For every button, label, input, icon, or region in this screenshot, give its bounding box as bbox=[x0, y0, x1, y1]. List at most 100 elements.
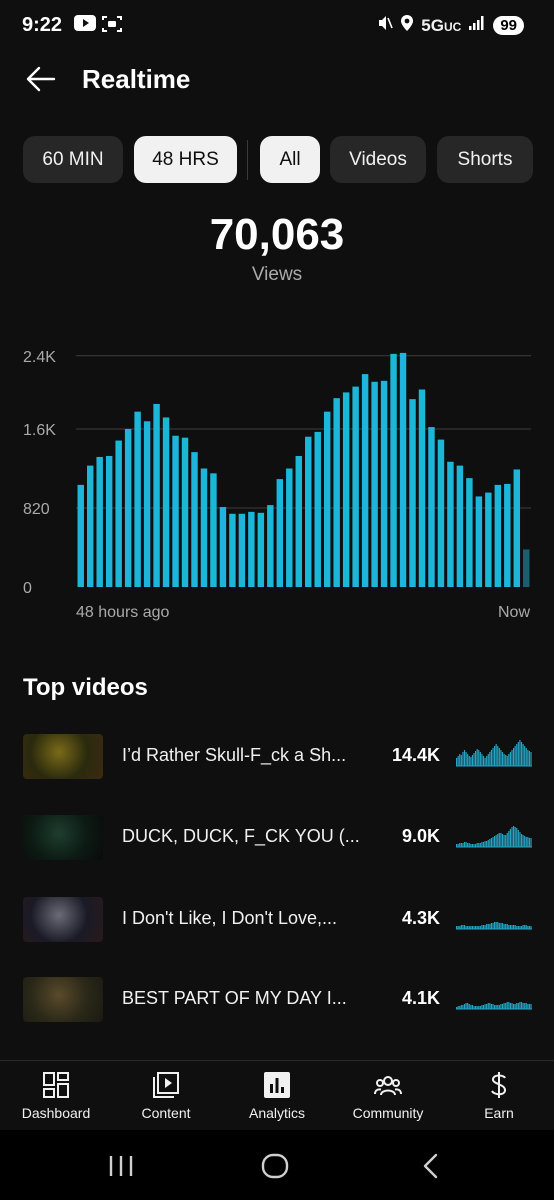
chart-bar[interactable] bbox=[200, 468, 208, 588]
chart-bar[interactable] bbox=[399, 352, 407, 587]
sparkline-bar bbox=[463, 842, 466, 847]
chart-bar[interactable] bbox=[352, 386, 359, 587]
sparkline-bar bbox=[481, 842, 483, 847]
chart-bar[interactable] bbox=[143, 421, 151, 587]
chart-bar[interactable] bbox=[181, 437, 189, 587]
chart-bar[interactable] bbox=[248, 511, 255, 587]
sparkline-bar bbox=[486, 924, 488, 929]
sparkline-bar bbox=[508, 925, 510, 929]
recents-icon[interactable] bbox=[106, 1152, 136, 1180]
sparkline-bar bbox=[497, 1005, 499, 1009]
chart-bar[interactable] bbox=[371, 381, 378, 587]
chart-bar[interactable] bbox=[475, 496, 483, 587]
sparkline-bar bbox=[478, 750, 480, 766]
chart-bar[interactable] bbox=[77, 484, 84, 587]
chip-60-min[interactable]: 60 MIN bbox=[23, 136, 123, 183]
chart-bar[interactable] bbox=[428, 427, 435, 587]
nav-content[interactable]: Content bbox=[111, 1061, 221, 1131]
chart-bar[interactable] bbox=[333, 398, 340, 587]
chart-bar[interactable] bbox=[361, 374, 369, 587]
sparkline-bar bbox=[503, 754, 505, 766]
chart-bar[interactable] bbox=[305, 436, 312, 587]
chart-bar[interactable] bbox=[257, 512, 265, 587]
chart-bar[interactable] bbox=[390, 353, 397, 587]
chart-bar[interactable] bbox=[105, 455, 113, 587]
sparkline-bar bbox=[460, 925, 462, 929]
chart-bar[interactable] bbox=[153, 403, 160, 587]
sparkline-bar bbox=[498, 748, 500, 766]
sparkline-bar bbox=[459, 754, 461, 766]
chart-bar[interactable] bbox=[191, 452, 198, 587]
chart-bar[interactable] bbox=[267, 505, 274, 587]
arrow-left-icon[interactable] bbox=[24, 64, 58, 94]
chart-bar[interactable] bbox=[115, 440, 122, 587]
chart-bar[interactable] bbox=[437, 439, 445, 587]
bottom-nav: Dashboard Content Analytics Community Ea… bbox=[0, 1060, 554, 1130]
chart-bar[interactable] bbox=[314, 431, 321, 587]
chart-bar[interactable] bbox=[286, 468, 293, 588]
chart-bar[interactable] bbox=[172, 435, 179, 587]
top-video-row[interactable]: I’d Rather Skull-F_ck a Sh... 14.4K bbox=[0, 734, 554, 794]
sparkline-bar bbox=[471, 755, 474, 766]
sparkline-bar bbox=[511, 750, 513, 766]
chip-all[interactable]: All bbox=[260, 136, 320, 183]
video-thumbnail bbox=[23, 977, 103, 1022]
chart-bar[interactable] bbox=[447, 461, 454, 587]
chart-bar[interactable] bbox=[380, 380, 388, 587]
chip-shorts[interactable]: Shorts bbox=[437, 136, 533, 183]
chart-bar[interactable] bbox=[87, 465, 94, 587]
nav-label: Dashboard bbox=[21, 1105, 91, 1121]
sparkline-bar bbox=[505, 924, 507, 929]
top-video-row[interactable]: I Don't Like, I Don't Love,... 4.3K bbox=[0, 897, 554, 957]
nav-community[interactable]: Community bbox=[333, 1061, 443, 1131]
chart-bar[interactable] bbox=[513, 469, 521, 587]
chart-bar[interactable] bbox=[134, 411, 141, 587]
video-thumbnail bbox=[23, 815, 103, 860]
screenshot-icon bbox=[102, 15, 122, 38]
chart-bar[interactable] bbox=[409, 399, 416, 587]
chart-bar[interactable] bbox=[210, 473, 217, 587]
chart-bar[interactable] bbox=[96, 456, 103, 587]
nav-earn[interactable]: Earn bbox=[444, 1061, 554, 1131]
sparkline-bar bbox=[494, 1005, 496, 1009]
sparkline-bar bbox=[479, 752, 481, 766]
top-video-row[interactable]: BEST PART OF MY DAY I... 4.1K bbox=[0, 977, 554, 1037]
sparkline-bar bbox=[530, 838, 532, 847]
chart-bar[interactable] bbox=[523, 549, 530, 587]
chart-bar[interactable] bbox=[466, 478, 473, 587]
chart-bar[interactable] bbox=[456, 465, 464, 587]
sparkline-bar bbox=[484, 925, 486, 929]
x-end-label: Now bbox=[498, 604, 530, 621]
chip-48-hrs[interactable]: 48 HRS bbox=[134, 136, 237, 183]
chart-bar[interactable] bbox=[485, 492, 492, 587]
chart-bar[interactable] bbox=[238, 513, 246, 587]
chart-bar[interactable] bbox=[418, 389, 426, 588]
chart-bar[interactable] bbox=[342, 392, 350, 587]
sparkline-bar bbox=[462, 925, 464, 929]
top-video-row[interactable]: DUCK, DUCK, F_CK YOU (... 9.0K bbox=[0, 815, 554, 875]
chart-bar[interactable] bbox=[219, 507, 227, 587]
sparkline-bar bbox=[517, 1003, 519, 1009]
nav-analytics[interactable]: Analytics bbox=[222, 1061, 332, 1131]
chart-bar[interactable] bbox=[323, 411, 331, 587]
sparkline-bar bbox=[468, 843, 470, 847]
sparkline-bar bbox=[513, 748, 515, 766]
chart-bar[interactable] bbox=[229, 513, 236, 587]
sparkline-bar bbox=[513, 826, 515, 847]
chart-bar[interactable] bbox=[162, 417, 170, 587]
back-icon[interactable] bbox=[416, 1152, 446, 1180]
chip-videos[interactable]: Videos bbox=[330, 136, 426, 183]
sparkline-bar bbox=[495, 1005, 497, 1009]
youtube-icon bbox=[74, 15, 96, 38]
chart-bar[interactable] bbox=[494, 484, 502, 587]
chart-bar[interactable] bbox=[276, 479, 284, 587]
nav-dashboard[interactable]: Dashboard bbox=[1, 1061, 111, 1131]
battery-indicator: 99 bbox=[493, 16, 524, 35]
chart-bar[interactable] bbox=[504, 483, 511, 587]
sparkline-bar bbox=[463, 925, 466, 929]
sparkline-bar bbox=[517, 830, 519, 847]
chart-bar[interactable] bbox=[295, 455, 302, 587]
home-icon[interactable] bbox=[259, 1152, 291, 1180]
sparkline-bar bbox=[460, 755, 462, 766]
chart-bar[interactable] bbox=[124, 429, 132, 587]
